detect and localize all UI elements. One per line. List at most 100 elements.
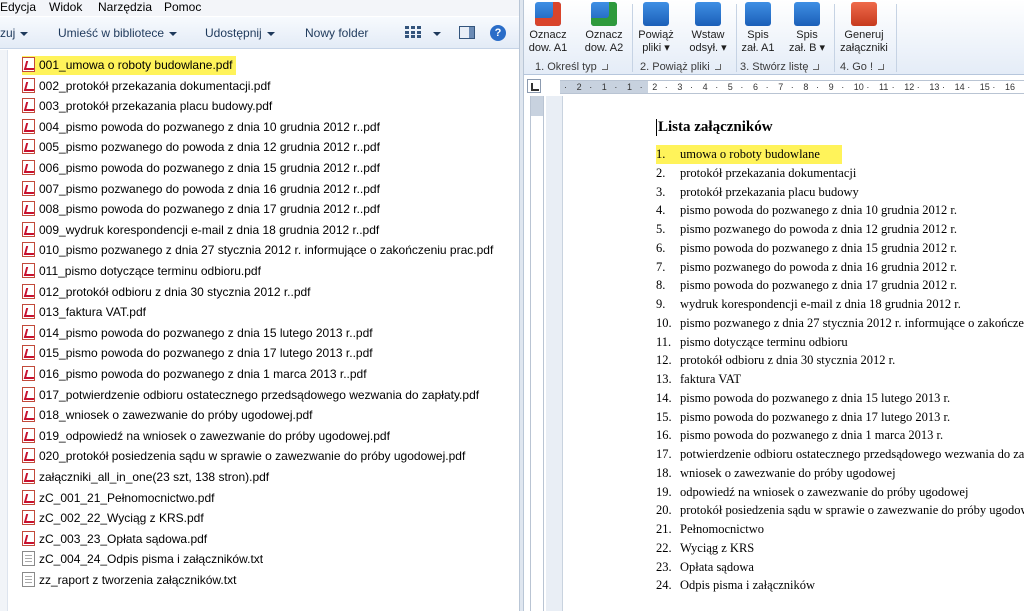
view-options-chevron-icon[interactable] (433, 32, 441, 36)
ruler-tick-label: · (639, 82, 643, 92)
pdf-file-icon (22, 201, 35, 217)
file-row[interactable]: 015_pismo powoda do pozwanego z dnia 17 … (22, 344, 373, 363)
attachment-list-item[interactable]: 8. pismo powoda do pozwanego z dnia 17 gr… (656, 276, 957, 295)
generate-attachments-button[interactable]: Generuj załączniki (836, 0, 892, 58)
attachment-list-item[interactable]: 1. umowa o roboty budowlane (656, 145, 842, 164)
ruler-tick-label: 13 (929, 82, 940, 92)
ruler-tick-label: · (589, 82, 593, 92)
attachment-list-item[interactable]: 6. pismo powoda do pozwanego z dnia 15 gr… (656, 239, 957, 258)
vertical-ruler[interactable] (530, 96, 544, 611)
file-row[interactable]: 007_pismo pozwanego do powoda z dnia 16 … (22, 180, 380, 199)
dialog-launcher-icon[interactable] (601, 64, 608, 70)
attachment-list-item[interactable]: 3. protokół przekazania placu budowy (656, 183, 859, 202)
dialog-launcher-icon[interactable] (813, 64, 820, 70)
link-files-button[interactable]: Powiąż pliki ▾ (632, 0, 680, 58)
file-row[interactable]: 020_protokół posiedzenia sądu w sprawie … (22, 447, 465, 466)
menu-edit[interactable]: Edycja (0, 0, 36, 14)
file-row[interactable]: 014_pismo powoda do pozwanego z dnia 15 … (22, 324, 373, 343)
menu-help[interactable]: Pomoc (164, 0, 201, 14)
attachment-list-item[interactable]: 19. odpowiedź na wniosek o zawezwanie do … (656, 483, 968, 502)
file-row[interactable]: 017_potwierdzenie odbioru ostatecznego p… (22, 386, 479, 405)
file-row[interactable]: 008_pismo powoda do pozwanego z dnia 17 … (22, 200, 380, 219)
file-row[interactable]: 004_pismo powoda do pozwanego z dnia 10 … (22, 118, 380, 137)
attachment-list-item[interactable]: 5. pismo pozwanego do powoda z dnia 12 gr… (656, 220, 957, 239)
group-create-list-label: 3. Stwórz listę (740, 61, 809, 73)
pdf-file-icon (22, 283, 35, 299)
dialog-launcher-icon[interactable] (714, 64, 721, 70)
ruler-tick-label: 1 (601, 82, 607, 92)
insert-reference-label: Wstaw odsył. ▾ (689, 29, 727, 54)
insert-reference-button[interactable]: Wstaw odsył. ▾ (684, 0, 732, 58)
file-row[interactable]: 001_umowa o roboty budowlane.pdf (22, 56, 237, 75)
attachment-list-item[interactable]: 18. wniosek o zawezwanie do próby ugodowe… (656, 464, 896, 483)
preview-pane-icon[interactable] (459, 26, 475, 39)
attachment-list-item[interactable]: 16. pismo powoda do pozwanego z dnia 1 ma… (656, 426, 943, 445)
new-folder-button[interactable]: Nowy folder (305, 26, 368, 40)
file-row[interactable]: 019_odpowiedź na wniosek o zawezwanie do… (22, 427, 390, 446)
file-row[interactable]: 005_pismo pozwanego do powoda z dnia 12 … (22, 138, 380, 157)
file-row[interactable]: zC_002_22_Wyciąg z KRS.pdf (22, 509, 204, 528)
list-b-icon (794, 2, 820, 26)
pdf-file-icon (22, 160, 35, 175)
mark-attachment-a1-button[interactable]: Oznacz dow. A1 (524, 0, 572, 58)
attachment-list-item[interactable]: 20. protokół posiedzenia sądu w sprawie o… (656, 501, 1024, 520)
horizontal-ruler[interactable]: · 2 · 1 · 1 · 2 · 3 · 4 · 5 · 6 · 7 · 8 · 9 · 10 · 11 · 12 · 13 · 14 · 15… (560, 80, 1024, 94)
file-row[interactable]: 006_pismo powoda do pozwanego z dnia 15 … (22, 159, 380, 178)
menu-bar: Edycja Widok Narzędzia Pomoc (0, 0, 519, 16)
mark-attachment-a2-button[interactable]: Oznacz dow. A2 (580, 0, 628, 58)
menu-view[interactable]: Widok (49, 0, 82, 14)
change-view-icon[interactable] (405, 26, 421, 38)
menu-tools[interactable]: Narzędzia (98, 0, 152, 14)
share-button[interactable]: Udostępnij (205, 26, 275, 40)
file-row[interactable]: zz_raport z tworzenia załączników.txt (22, 571, 236, 590)
list-b-label: Spis zał. B ▾ (788, 29, 826, 54)
list-item-number: 5. (656, 222, 666, 236)
file-row[interactable]: 010_pismo pozwanego z dnia 27 stycznia 2… (22, 241, 493, 260)
help-icon[interactable]: ? (490, 25, 506, 41)
ruler-tick-label: 6 (753, 82, 759, 92)
tab-stop-selector-icon[interactable] (527, 79, 541, 93)
ruler-tick-label: · (564, 82, 567, 92)
attachment-list-item[interactable]: 12. protokół odbioru z dnia 30 stycznia 2… (656, 351, 895, 370)
list-item-number: 3. (656, 184, 666, 199)
file-row[interactable]: zC_001_21_Pełnomocnictwo.pdf (22, 489, 214, 508)
list-item-text: protokół przekazania dokumentacji (680, 165, 857, 180)
file-name: 020_protokół posiedzenia sądu w sprawie … (39, 449, 466, 464)
include-in-library-button[interactable]: Umieść w bibliotece (58, 26, 178, 40)
ruler-tick-label: 7 (778, 82, 784, 92)
file-row[interactable]: 003_protokół przekazania placu budowy.pd… (22, 97, 272, 116)
attachment-list-item[interactable]: 9. wydruk korespondencji e-mail z dnia 18… (656, 295, 961, 314)
organize-button[interactable]: zuj (0, 26, 29, 40)
file-row[interactable]: załączniki_all_in_one(23 szt, 138 stron)… (22, 468, 269, 487)
file-row[interactable]: 016_pismo powoda do pozwanego z dnia 1 m… (22, 365, 367, 384)
attachment-list-item[interactable]: 7. pismo pozwanego do powoda z dnia 16 gr… (656, 258, 957, 277)
dialog-launcher-icon[interactable] (878, 64, 885, 70)
attachment-list-item[interactable]: 4. pismo powoda do pozwanego z dnia 10 gr… (656, 201, 957, 220)
file-row[interactable]: zC_004_24_Odpis pisma i załączników.txt (22, 550, 263, 569)
list-item-number: 21. (656, 522, 672, 536)
file-row[interactable]: 013_faktura VAT.pdf (22, 303, 146, 322)
file-row[interactable]: 002_protokół przekazania dokumentacji.pd… (22, 77, 270, 96)
document-title: Lista załączników (656, 119, 773, 136)
attachment-list-item[interactable]: 22. Wyciąg z KRS (656, 539, 754, 558)
attachment-list-item[interactable]: 17. potwierdzenie odbioru ostatecznego pr… (656, 445, 1024, 464)
attachment-list-item[interactable]: 23. Opłata sądowa (656, 558, 754, 577)
attachment-list-item[interactable]: 21. Pełnomocnictwo (656, 520, 764, 539)
ruler-tick-label: 4 (702, 82, 708, 92)
attachment-list-item[interactable]: 2. protokół przekazania dokumentacji (656, 164, 856, 183)
attachment-list-b-button[interactable]: Spis zał. B ▾ (783, 0, 831, 58)
attachment-list-a1-button[interactable]: Spis zał. A1 (734, 0, 782, 58)
attachment-list-item[interactable]: 15. pismo powoda do pozwanego z dnia 17 l… (656, 408, 950, 427)
attachment-list-item[interactable]: 14. pismo powoda do pozwanego z dnia 15 l… (656, 389, 950, 408)
attachment-list-item[interactable]: 10. pismo pozwanego z dnia 27 stycznia 20… (656, 314, 1024, 333)
file-row[interactable]: 009_wydruk korespondencji e-mail z dnia … (22, 221, 379, 240)
attachment-list-item[interactable]: 13. faktura VAT (656, 370, 741, 389)
attachment-list-item[interactable]: 24. Odpis pisma i załączników (656, 576, 815, 595)
file-row[interactable]: zC_003_23_Opłata sądowa.pdf (22, 530, 207, 549)
pdf-file-icon (22, 386, 35, 402)
attachment-list-item[interactable]: 11. pismo dotyczące terminu odbioru (656, 333, 848, 352)
file-row[interactable]: 012_protokół odbioru z dnia 30 stycznia … (22, 283, 311, 302)
file-row[interactable]: 011_pismo dotyczące terminu odbioru.pdf (22, 262, 261, 281)
file-row[interactable]: 018_wniosek o zawezwanie do próby ugodow… (22, 406, 313, 425)
include-in-library-label: Umieść w bibliotece (58, 26, 165, 40)
